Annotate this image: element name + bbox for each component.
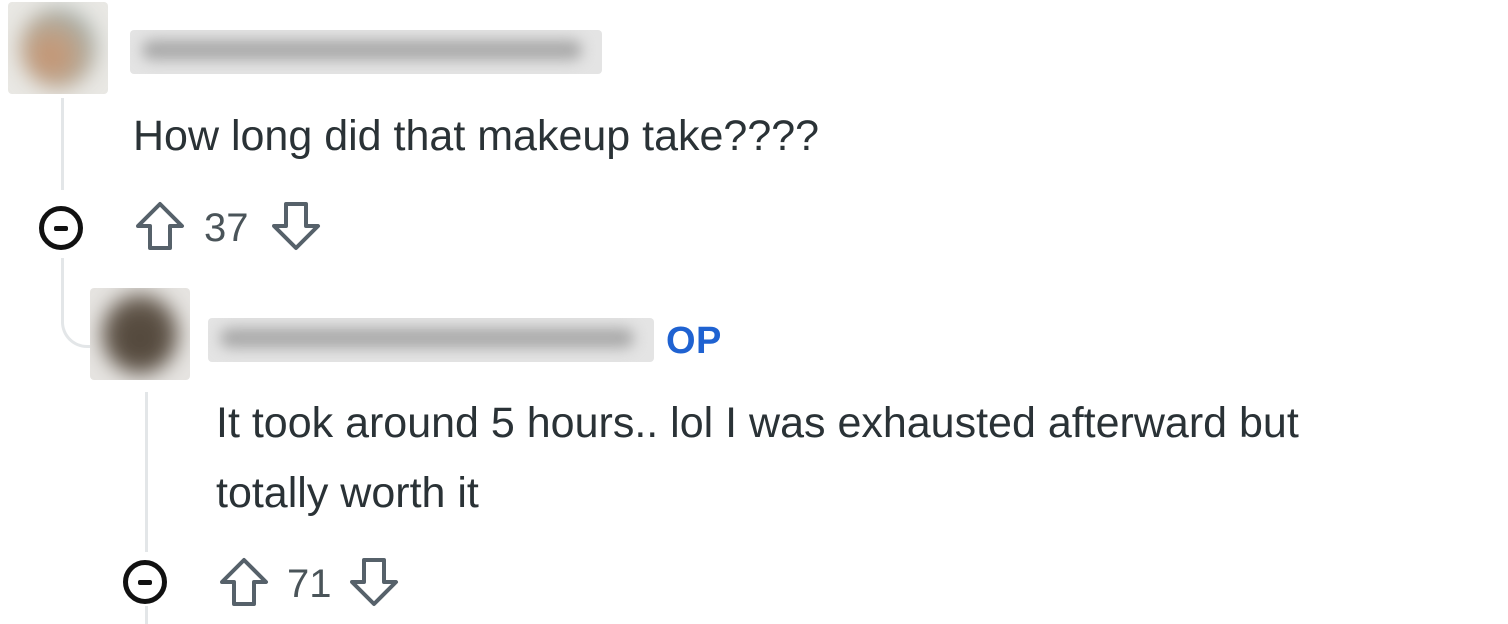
vote-count: 37 (204, 206, 249, 250)
comment-body: How long did that makeup take???? (133, 112, 820, 160)
thread-line-1 (61, 98, 64, 190)
arrow-down-icon[interactable] (348, 556, 400, 608)
arrow-up-icon[interactable] (134, 200, 186, 252)
avatar[interactable] (8, 2, 108, 94)
collapse-thread-button[interactable] (123, 560, 167, 604)
comment-body-line-1: It took around 5 hours.. lol I was exhau… (216, 399, 1299, 447)
op-badge: OP (666, 320, 722, 362)
thread-branch-curve (61, 288, 93, 348)
username-redacted[interactable] (130, 30, 602, 74)
arrow-down-icon[interactable] (270, 200, 322, 252)
collapse-thread-button[interactable] (39, 206, 83, 250)
vote-count: 71 (287, 562, 332, 606)
thread-line-2b (145, 606, 148, 624)
arrow-up-icon[interactable] (218, 556, 270, 608)
avatar[interactable] (90, 288, 190, 380)
comment-body-line-2: totally worth it (216, 469, 479, 517)
thread-line-1b (61, 258, 64, 290)
username-redacted[interactable] (208, 318, 654, 362)
thread-line-2 (145, 392, 148, 552)
